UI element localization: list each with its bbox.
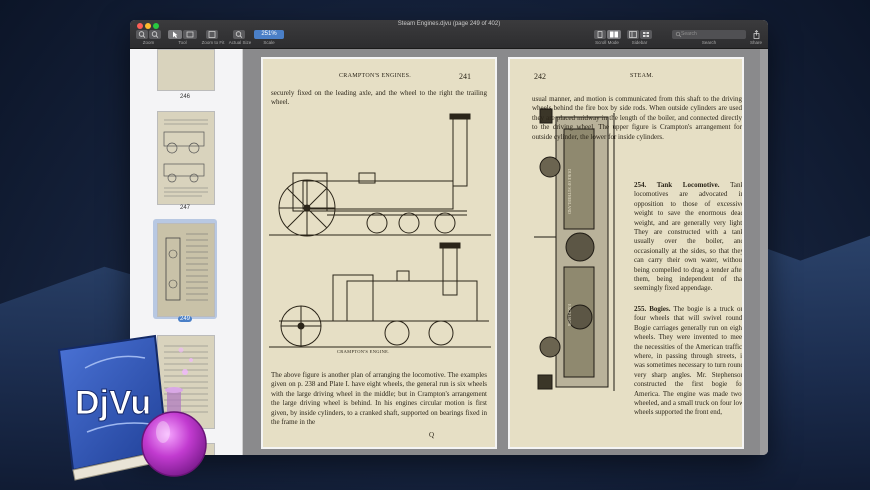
zoom-in-button[interactable] <box>149 30 161 39</box>
tool-label: Tool <box>178 40 187 45</box>
cursor-icon <box>173 31 178 38</box>
grid-icon <box>643 32 649 37</box>
djvu-logo-text: DjVu <box>75 384 151 422</box>
fit-icon <box>208 31 216 38</box>
left-page-number: 241 <box>459 72 471 81</box>
search-icon <box>675 31 682 38</box>
sidebar-label: Sidebar <box>631 40 648 45</box>
thumbnail-label-249: 249 <box>178 316 192 322</box>
left-page-header: CRAMPTON'S ENGINES. <box>339 73 412 79</box>
zoom-in-icon <box>151 31 159 38</box>
section-255-text: The bogie is a truck on four wheels that… <box>634 305 744 417</box>
scroll-mode-label: Scroll Mode <box>595 40 619 45</box>
locomotive-illustrations <box>269 113 491 348</box>
sidebar-icon <box>629 31 637 38</box>
magnifier-icon <box>235 31 243 38</box>
sidebar-toggle-button[interactable] <box>627 30 639 39</box>
zoom-to-fit-label: Zoom to Fit <box>201 40 225 45</box>
right-page-top-text: usual manner, and motion is communicated… <box>532 95 742 141</box>
left-page-signature: Q <box>429 431 435 439</box>
section-255-title: 255. Bogies. <box>634 305 671 313</box>
tank-locomotive-illustration <box>534 108 615 391</box>
left-page-top-text: securely fixed on the leading axle, and … <box>271 89 487 107</box>
engine-name-top: DUKE OF SUTHERLAND <box>567 169 572 214</box>
share-label: Share <box>749 40 762 45</box>
actual-size-button[interactable] <box>233 30 245 39</box>
share-icon <box>753 30 760 39</box>
section-254-text: Tank locomotives are advocated in opposi… <box>634 181 744 293</box>
app-window: Steam Engines.djvu (page 249 of 402) Zoo… <box>130 20 768 455</box>
section-254-title: 254. Tank Locomotive. <box>634 181 720 189</box>
search-input[interactable]: Search <box>672 30 746 39</box>
engine-name-bottom: EXCELSIOR <box>567 304 572 326</box>
page-thumbnail-246[interactable] <box>157 49 215 91</box>
page-thumbnail-247[interactable] <box>157 111 215 205</box>
two-page-icon <box>610 31 618 38</box>
search-label: Search <box>701 40 717 45</box>
actual-size-label: Actual Size <box>228 40 252 45</box>
right-page-section-254: 254. Tank Locomotive. Tank locomotives a… <box>634 181 744 294</box>
left-page-figure-caption: CRAMPTON'S ENGINE. <box>337 349 390 354</box>
zoom-to-fit-button[interactable] <box>206 30 218 39</box>
window-title: Steam Engines.djvu (page 249 of 402) <box>397 21 501 27</box>
single-page-icon <box>597 31 603 38</box>
scale-label: Scale <box>263 40 275 45</box>
single-page-mode-button[interactable] <box>594 30 606 39</box>
left-page: CRAMPTON'S ENGINES. 241 securely fixed o… <box>261 57 497 449</box>
toolbar: Steam Engines.djvu (page 249 of 402) Zoo… <box>130 20 768 49</box>
right-page-section-255: 255. Bogies. The bogie is a truck on fou… <box>634 305 744 418</box>
zoom-label: Zoom <box>142 40 155 45</box>
thumbnail-label-247: 247 <box>179 205 190 211</box>
right-page-number: 242 <box>534 72 546 81</box>
text-select-icon <box>186 31 194 38</box>
share-button[interactable] <box>751 30 762 39</box>
document-view[interactable]: CRAMPTON'S ENGINES. 241 securely fixed o… <box>243 49 768 455</box>
thumbnail-engine-illustration <box>163 119 208 197</box>
zoom-out-button[interactable] <box>136 30 148 39</box>
tool-select-button[interactable] <box>168 30 182 39</box>
vertical-scrollbar[interactable] <box>760 49 768 455</box>
thumbnails-button[interactable] <box>640 30 652 39</box>
page-thumbnail-249[interactable] <box>157 223 215 317</box>
right-page-top-intro: usual manner, and motion is communicated… <box>532 95 742 142</box>
zoom-out-icon <box>138 31 146 38</box>
right-page-header: STEAM. <box>630 73 654 79</box>
two-page-mode-button[interactable] <box>607 30 621 39</box>
thumbnail-engine-illustration <box>165 233 208 301</box>
thumbnail-label-246: 246 <box>179 94 190 100</box>
tool-text-button[interactable] <box>183 30 197 39</box>
right-page: 242 STEAM. DUKE OF SUTHERLAND EXCELSIOR … <box>508 57 744 449</box>
left-page-body-text: The above figure is another plan of arra… <box>271 371 487 427</box>
scale-field[interactable]: 251% <box>254 30 284 39</box>
djvu-app-icon: DjVu <box>57 334 207 481</box>
